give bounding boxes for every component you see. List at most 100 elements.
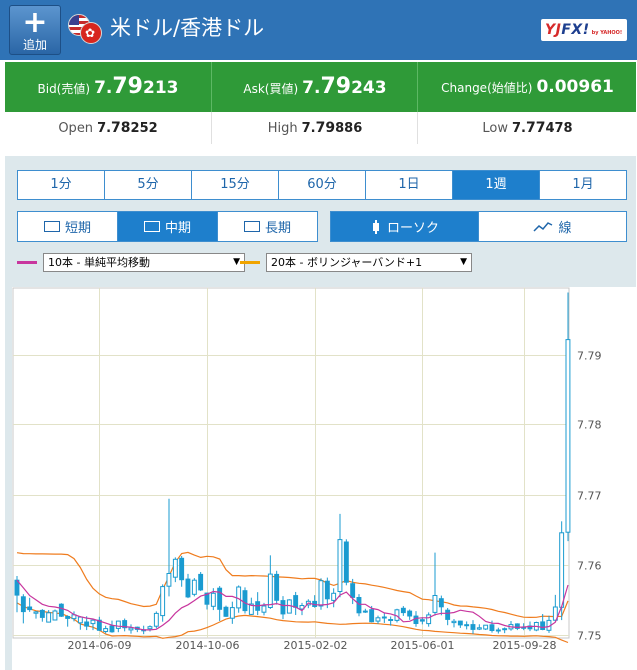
change-quote: Change(始値比) 0.00961 bbox=[417, 62, 637, 112]
high-stat: High 7.79886 bbox=[211, 112, 418, 144]
x-tick-label: 2014-10-06 bbox=[176, 639, 240, 652]
candle-body bbox=[400, 607, 406, 614]
chart-type-buttons: ローソク 線 bbox=[330, 211, 627, 242]
candle-body bbox=[236, 586, 242, 609]
indicator-1-select[interactable]: 10本 - 単純平均移動 ▼ bbox=[43, 253, 245, 272]
bid-prefix: 7. bbox=[94, 78, 113, 98]
candle-body bbox=[381, 616, 387, 619]
range-medium-button[interactable]: 中期 bbox=[117, 212, 217, 241]
candle-body bbox=[293, 595, 299, 608]
short-range-icon bbox=[43, 221, 60, 232]
add-button-label: 追加 bbox=[22, 38, 47, 52]
ask-label: Ask(買値) bbox=[243, 82, 299, 96]
chart-background bbox=[12, 287, 637, 670]
candle-body bbox=[90, 619, 96, 625]
low-label: Low bbox=[482, 121, 508, 136]
candle-body bbox=[483, 624, 489, 630]
candle-body bbox=[356, 597, 362, 614]
bid-suffix: 213 bbox=[142, 78, 179, 98]
logo-text-b: FX! bbox=[561, 22, 590, 38]
dropdown-arrow-icon: ▼ bbox=[460, 257, 467, 267]
candle-body bbox=[223, 606, 229, 617]
candlestick-button[interactable]: ローソク bbox=[331, 212, 478, 241]
app-header: + 追加 米ドル/香港ドル YJFX!by YAHOO! bbox=[0, 0, 637, 60]
medium-range-icon bbox=[143, 221, 160, 232]
candle-body bbox=[274, 573, 280, 601]
candle-body bbox=[261, 605, 267, 613]
tab-timeframe[interactable]: 1日 bbox=[365, 171, 452, 199]
indicator-1-value: 10本 - 単純平均移動 bbox=[48, 256, 150, 269]
candle-body bbox=[160, 586, 166, 617]
high-label: High bbox=[267, 121, 298, 136]
candle-body bbox=[172, 558, 178, 578]
indicator-2-value: 20本 - ボリンジャーバンド+1 bbox=[271, 256, 423, 269]
tab-timeframe[interactable]: 15分 bbox=[191, 171, 278, 199]
x-tick-label: 2015-02-02 bbox=[284, 639, 348, 652]
x-tick-label: 2015-09-28 bbox=[493, 639, 557, 652]
tab-timeframe-active[interactable]: 1週 bbox=[452, 171, 539, 199]
candle-body bbox=[210, 592, 216, 607]
candle-body bbox=[331, 592, 337, 601]
ask-suffix: 243 bbox=[351, 78, 387, 98]
candle-body bbox=[153, 612, 159, 627]
candle-body bbox=[426, 614, 432, 625]
open-label: Open bbox=[58, 121, 94, 136]
add-pair-button[interactable]: + 追加 bbox=[9, 5, 61, 55]
candle-body bbox=[20, 596, 26, 613]
open-prefix: 7. bbox=[97, 121, 112, 136]
logo-subtext: by YAHOO! bbox=[591, 30, 623, 36]
ohl-row: Open 7.78252 High 7.79886 Low 7.77478 bbox=[0, 112, 637, 144]
price-chart[interactable]: 7.79 7.78 7.77 7.76 7.75 2014-06-09 2014-10-06… bbox=[12, 287, 637, 670]
line-chart-button[interactable]: 線 bbox=[478, 212, 626, 241]
indicator-2-select[interactable]: 20本 - ボリンジャーバンド+1 ▼ bbox=[266, 253, 472, 272]
candlestick-icon bbox=[370, 219, 382, 234]
candle-body bbox=[267, 573, 273, 609]
candle-body bbox=[457, 620, 463, 626]
candle-body bbox=[286, 599, 292, 614]
tab-timeframe[interactable]: 60分 bbox=[278, 171, 365, 199]
candle-body bbox=[470, 624, 476, 630]
candle-body bbox=[451, 620, 457, 624]
candle-body bbox=[217, 587, 223, 610]
ask-prefix: 7. bbox=[302, 78, 321, 98]
tab-timeframe[interactable]: 1分 bbox=[18, 171, 104, 199]
candle-body bbox=[115, 620, 121, 629]
tab-timeframe[interactable]: 1月 bbox=[539, 171, 626, 199]
hk-flag-icon bbox=[80, 22, 102, 44]
low-big: 77 bbox=[525, 120, 546, 136]
bid-label: Bid(売値) bbox=[37, 82, 91, 96]
candle-body bbox=[103, 628, 109, 633]
open-big: 78 bbox=[111, 120, 131, 136]
dropdown-arrow-icon: ▼ bbox=[233, 257, 240, 267]
plus-icon: + bbox=[22, 5, 48, 40]
range-long-button[interactable]: 長期 bbox=[217, 212, 317, 241]
low-suffix: 478 bbox=[545, 121, 573, 136]
bid-value: 7.79213 bbox=[94, 74, 179, 99]
candle-body bbox=[495, 629, 501, 632]
range-long-label: 長期 bbox=[264, 221, 291, 236]
range-short-label: 短期 bbox=[64, 221, 91, 236]
candle-body bbox=[33, 611, 39, 614]
quote-bar: Bid(売値) 7.79213 Ask(買値) 7.79243 Change(始値比… bbox=[5, 62, 636, 112]
candle-body bbox=[540, 621, 546, 630]
candlestick-label: ローソク bbox=[386, 221, 439, 236]
open-stat: Open 7.78252 bbox=[5, 112, 211, 144]
candle-body bbox=[565, 339, 571, 533]
ask-value: 7.79243 bbox=[302, 74, 387, 99]
high-big: 79 bbox=[315, 120, 336, 136]
candle-body bbox=[109, 625, 115, 633]
candle-body bbox=[375, 617, 381, 622]
tab-timeframe[interactable]: 5分 bbox=[104, 171, 191, 199]
candle-body bbox=[166, 573, 172, 587]
range-short-button[interactable]: 短期 bbox=[18, 212, 117, 241]
candle-body bbox=[419, 619, 425, 622]
low-value: 7.77478 bbox=[512, 120, 573, 136]
candle-body bbox=[432, 595, 438, 613]
candle-body bbox=[343, 541, 349, 583]
yjfx-logo[interactable]: YJFX! by YAHOO! bbox=[541, 19, 627, 41]
candle-body bbox=[77, 616, 83, 624]
candle-body bbox=[58, 603, 64, 617]
candle-body bbox=[445, 609, 451, 620]
y-tick-label: 7.76 bbox=[577, 560, 602, 573]
candle-body bbox=[464, 624, 470, 627]
